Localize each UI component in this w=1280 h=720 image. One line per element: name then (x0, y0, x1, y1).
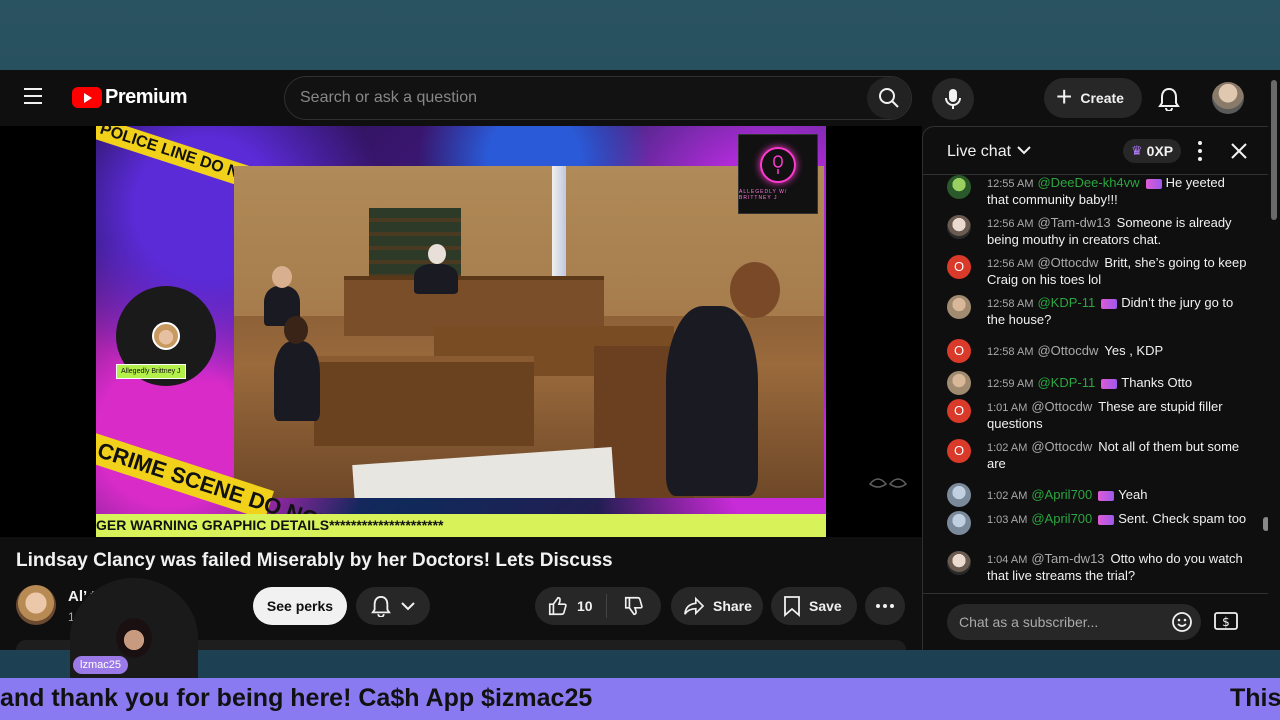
video-frame: POLICE LINE DO NOT CROSS ALLEGEDLY W/ BR… (96, 126, 826, 537)
user-avatar[interactable]: O (947, 399, 971, 423)
host-name-tag: Allegedly Brittney J (116, 364, 186, 379)
ticker-banner: GER WARNING GRAPHIC DETAILS*************… (96, 514, 826, 537)
chat-header: Live chat ♛ 0XP (923, 127, 1273, 175)
search-box (284, 76, 912, 120)
user-avatar[interactable] (947, 551, 971, 575)
chat-more-icon[interactable] (1193, 141, 1207, 161)
chat-input-area: $ (923, 593, 1273, 650)
chat-message: 1:03 AM @April700 Sent. Check spam too (947, 511, 1247, 535)
page-scrollbar[interactable] (1268, 70, 1280, 650)
chevron-down-icon[interactable] (1017, 145, 1031, 155)
share-icon (684, 596, 705, 616)
member-badge-icon (1098, 490, 1115, 501)
browser-frame: Premium + Create POLICE LINE DO NOT CROS… (0, 70, 1280, 650)
like-button[interactable]: 10 (535, 594, 607, 618)
like-count: 10 (577, 598, 593, 614)
xp-badge[interactable]: ♛ 0XP (1123, 139, 1182, 163)
member-badge-icon (1101, 378, 1118, 389)
notifications-button[interactable] (1152, 82, 1186, 116)
xp-value: 0XP (1146, 143, 1174, 159)
chat-input-box (947, 604, 1201, 640)
channel-avatar[interactable] (16, 585, 56, 625)
dislike-button[interactable] (607, 595, 661, 617)
bell-icon (371, 595, 391, 617)
user-avatar[interactable]: O (947, 255, 971, 279)
streamer-name-tag: lzmac25 (73, 656, 128, 674)
marquee-text: and thank you for being here! Ca$h App $… (0, 684, 593, 712)
plus-icon: + (1056, 81, 1073, 112)
close-icon[interactable] (1229, 141, 1249, 161)
create-button[interactable]: + Create (1044, 78, 1142, 118)
like-dislike-group: 10 (535, 587, 661, 625)
chat-message: O 1:02 AM @Ottocdw Not all of them but som… (947, 439, 1247, 472)
search-input[interactable] (285, 89, 867, 107)
microphone-icon (945, 89, 961, 109)
chat-message: 12:56 AM @Tam-dw13 Someone is already bein… (947, 215, 1247, 248)
youtube-logo[interactable]: Premium (72, 86, 188, 109)
bell-icon (1158, 87, 1180, 111)
voice-search-button[interactable] (932, 78, 974, 120)
live-chat-panel: Live chat ♛ 0XP 12:55 AM @DeeDee-kh4vw He … (922, 126, 1273, 650)
marquee-text-next: This (1230, 684, 1280, 712)
super-chat-button[interactable]: $ (1213, 608, 1239, 634)
channel-logo-box: ALLEGEDLY W/ BRITTNEY J (738, 134, 818, 214)
chat-message: 12:55 AM @DeeDee-kh4vw He yeeted that comm… (947, 175, 1247, 208)
chat-messages: 12:55 AM @DeeDee-kh4vw He yeeted that comm… (923, 175, 1273, 593)
chat-message: O 1:01 AM @Ottocdw These are stupid filler… (947, 399, 1247, 432)
user-avatar[interactable] (947, 175, 971, 199)
account-avatar[interactable] (1212, 82, 1244, 114)
more-horizontal-icon (876, 604, 894, 608)
user-avatar[interactable] (947, 371, 971, 395)
svg-text:$: $ (1222, 615, 1230, 629)
video-title: Lindsay Clancy was failed Miserably by h… (16, 550, 613, 571)
eyes-watermark-icon (868, 478, 908, 488)
courtroom-feed (234, 166, 824, 498)
chat-title[interactable]: Live chat (947, 143, 1011, 161)
logo-text: Premium (105, 86, 188, 108)
bookmark-icon (784, 596, 800, 617)
see-perks-button[interactable]: See perks (253, 587, 347, 625)
search-icon (879, 88, 899, 108)
chat-message: 12:58 AM @KDP-11 Didn’t the jury go to the… (947, 295, 1247, 328)
member-badge-icon (1145, 178, 1162, 189)
chat-message: 1:04 AM @Tam-dw13 Otto who do you watch th… (947, 551, 1247, 584)
notification-settings-button[interactable] (356, 587, 430, 625)
create-label: Create (1080, 90, 1124, 106)
top-bar: Premium + Create (0, 70, 1280, 126)
save-label: Save (809, 598, 842, 614)
member-badge-icon (1098, 514, 1115, 525)
youtube-icon (72, 87, 102, 108)
chat-message: 12:59 AM @KDP-11 Thanks Otto (947, 371, 1247, 396)
streamer-face (116, 618, 152, 658)
user-avatar[interactable] (947, 511, 971, 535)
money-icon: $ (1214, 612, 1238, 630)
chat-message: 1:02 AM @April700 Yeah (947, 483, 1247, 508)
share-button[interactable]: Share (671, 587, 763, 625)
crown-icon: ♛ (1131, 143, 1143, 158)
user-avatar[interactable] (947, 483, 971, 507)
video-player[interactable]: POLICE LINE DO NOT CROSS ALLEGEDLY W/ BR… (0, 126, 922, 537)
member-badge-icon (1101, 298, 1118, 309)
chat-message: O 12:58 AM @Ottocdw Yes , KDP (947, 339, 1247, 364)
user-avatar[interactable] (947, 215, 971, 239)
more-actions-button[interactable] (865, 587, 905, 625)
logo-small-text: ALLEGEDLY W/ BRITTNEY J (739, 189, 788, 201)
user-avatar[interactable] (947, 295, 971, 319)
chevron-down-icon (401, 602, 415, 611)
emoji-icon (1172, 612, 1192, 632)
stream-marquee-banner: and thank you for being here! Ca$h App $… (0, 678, 1280, 720)
save-button[interactable]: Save (771, 587, 857, 625)
user-avatar[interactable]: O (947, 439, 971, 463)
host-face (152, 322, 180, 350)
thumbs-up-icon (548, 596, 567, 616)
thumbs-down-icon (624, 596, 643, 616)
search-button[interactable] (867, 77, 911, 119)
podcast-microphone-icon (773, 155, 783, 174)
chat-message: O 12:56 AM @Ottocdw Britt, she’s going to … (947, 255, 1247, 288)
user-avatar[interactable]: O (947, 339, 971, 363)
menu-icon[interactable] (24, 88, 48, 108)
share-label: Share (713, 598, 752, 614)
emoji-button[interactable] (1169, 609, 1195, 635)
chat-input[interactable] (947, 614, 1169, 630)
